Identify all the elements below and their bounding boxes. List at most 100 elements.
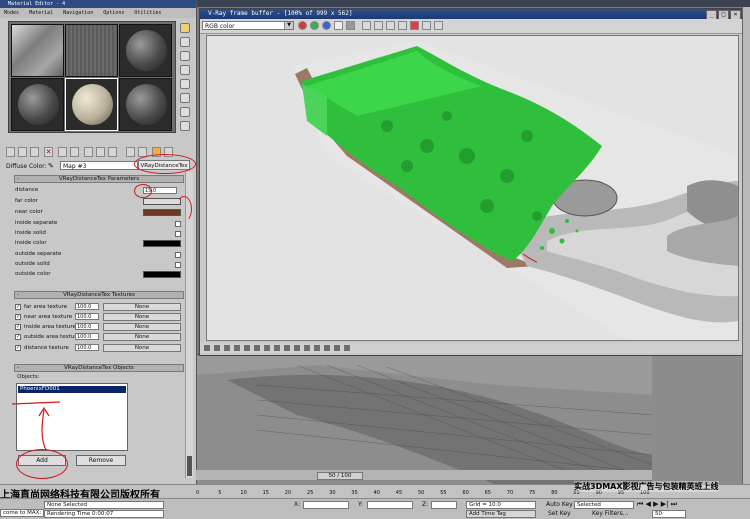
time-slider-thumb[interactable]: 50 / 100 bbox=[317, 472, 363, 480]
render-history-icon[interactable] bbox=[344, 345, 350, 351]
sample-slot-3[interactable] bbox=[119, 24, 172, 77]
key-filters-button[interactable]: Key Filters... bbox=[592, 510, 629, 517]
go-to-parent-icon[interactable] bbox=[126, 147, 135, 157]
srgb-icon[interactable] bbox=[244, 345, 250, 351]
options-icon[interactable] bbox=[180, 107, 190, 117]
near-area-texture-checkbox[interactable]: ✓ bbox=[15, 314, 21, 320]
levels-icon[interactable] bbox=[254, 345, 260, 351]
outside-area-texture-map-button[interactable]: None bbox=[103, 333, 181, 341]
info-icon[interactable] bbox=[224, 345, 230, 351]
x-coord-field[interactable] bbox=[303, 501, 349, 509]
exposure-icon[interactable] bbox=[274, 345, 280, 351]
put-to-scene-icon[interactable] bbox=[18, 147, 27, 157]
ocio-icon[interactable] bbox=[314, 345, 320, 351]
compare-icon[interactable] bbox=[334, 345, 340, 351]
backlight-icon[interactable] bbox=[180, 37, 190, 47]
show-shaded-icon[interactable] bbox=[96, 147, 105, 157]
inside-separate-checkbox[interactable] bbox=[175, 221, 181, 227]
video-color-check-icon[interactable] bbox=[180, 79, 190, 89]
channel-select[interactable]: RGB color ▼ bbox=[202, 21, 294, 30]
sample-slot-2[interactable] bbox=[65, 24, 118, 77]
curve-icon[interactable] bbox=[264, 345, 270, 351]
far-area-texture-checkbox[interactable]: ✓ bbox=[15, 304, 21, 310]
stereo-icon[interactable] bbox=[304, 345, 310, 351]
params-rollout-header[interactable]: - VRayDistanceTex Parameters bbox=[14, 175, 184, 183]
menu-navigation[interactable]: Navigation bbox=[63, 10, 93, 16]
remove-button[interactable]: Remove bbox=[76, 455, 126, 466]
duplicate-icon[interactable] bbox=[386, 21, 395, 30]
sample-slot-1[interactable] bbox=[11, 24, 64, 77]
inside-solid-checkbox[interactable] bbox=[175, 231, 181, 237]
lut-icon[interactable] bbox=[284, 345, 290, 351]
vray-frame-buffer-window[interactable]: V-Ray frame buffer - [100% of 999 x 562]… bbox=[199, 8, 744, 356]
eyedropper-icon[interactable]: ✎ bbox=[48, 162, 54, 170]
object-list-item[interactable]: PhoenixFD001 bbox=[18, 386, 126, 393]
inside-area-texture-map-button[interactable]: None bbox=[103, 323, 181, 331]
outside-solid-checkbox[interactable] bbox=[175, 262, 181, 268]
distance-texture-checkbox[interactable]: ✓ bbox=[15, 345, 21, 351]
scrollbar-thumb[interactable] bbox=[187, 456, 192, 476]
outside-color-swatch[interactable] bbox=[143, 271, 181, 278]
near-area-texture-amount[interactable]: 100.0 bbox=[75, 313, 99, 320]
sample-type-icon[interactable] bbox=[180, 23, 190, 33]
command-panel[interactable] bbox=[742, 7, 750, 495]
history-icon[interactable] bbox=[204, 345, 210, 351]
add-time-tag-button[interactable]: Add Time Tag bbox=[466, 510, 536, 518]
put-to-library-icon[interactable] bbox=[70, 147, 79, 157]
pixel-aspect-icon[interactable] bbox=[294, 345, 300, 351]
menu-utilities[interactable]: Utilities bbox=[134, 10, 161, 16]
show-end-result-icon[interactable] bbox=[108, 147, 117, 157]
near-area-texture-map-button[interactable]: None bbox=[103, 313, 181, 321]
track-mouse-icon[interactable] bbox=[398, 21, 407, 30]
save-image-icon[interactable] bbox=[362, 21, 371, 30]
mono-icon[interactable] bbox=[346, 21, 355, 30]
material-id-icon[interactable] bbox=[84, 147, 93, 157]
sample-slot-5[interactable] bbox=[65, 78, 118, 131]
alpha-channel-icon[interactable] bbox=[334, 21, 343, 30]
green-channel-icon[interactable] bbox=[310, 21, 319, 30]
inside-area-texture-amount[interactable]: 100.0 bbox=[75, 323, 99, 330]
outside-area-texture-amount[interactable]: 100.0 bbox=[75, 333, 99, 340]
far-area-texture-map-button[interactable]: None bbox=[103, 303, 181, 311]
menu-material[interactable]: Material bbox=[29, 10, 53, 16]
blue-channel-icon[interactable] bbox=[322, 21, 331, 30]
material-editor-window[interactable]: Material Editor - 4 Modes Material Navigat… bbox=[0, 0, 197, 484]
textures-rollout-header[interactable]: - VRayDistanceTex Textures bbox=[14, 291, 184, 299]
distance-texture-map-button[interactable]: None bbox=[103, 344, 181, 352]
playback-controls[interactable]: ⏮ ◀ ▶ ▶| ⏭ bbox=[637, 500, 677, 509]
distance-texture-amount[interactable]: 100.0 bbox=[75, 344, 99, 351]
reset-map-icon[interactable]: ✕ bbox=[44, 147, 53, 157]
y-coord-field[interactable] bbox=[367, 501, 413, 509]
vray-title-bar[interactable]: V-Ray frame buffer - [100% of 999 x 562]… bbox=[200, 9, 743, 20]
far-color-swatch[interactable] bbox=[143, 198, 181, 205]
far-area-texture-amount[interactable]: 100.0 bbox=[75, 303, 99, 310]
uv-tiling-icon[interactable] bbox=[180, 65, 190, 75]
auto-key-button[interactable]: Auto Key bbox=[546, 501, 573, 508]
material-editor-title[interactable]: Material Editor - 4 bbox=[0, 0, 196, 8]
menu-options[interactable]: Options bbox=[103, 10, 124, 16]
red-channel-icon[interactable] bbox=[298, 21, 307, 30]
select-by-material-icon[interactable] bbox=[180, 121, 190, 131]
inside-area-texture-checkbox[interactable]: ✓ bbox=[15, 324, 21, 330]
assign-material-icon[interactable] bbox=[30, 147, 39, 157]
background-icon[interactable] bbox=[180, 51, 190, 61]
selected-dropdown[interactable]: Selected bbox=[574, 501, 634, 509]
sample-slot-6[interactable] bbox=[119, 78, 172, 131]
outside-separate-checkbox[interactable] bbox=[175, 252, 181, 258]
make-unique-icon[interactable] bbox=[58, 147, 67, 157]
lens-icon[interactable] bbox=[214, 345, 220, 351]
outside-area-texture-checkbox[interactable]: ✓ bbox=[15, 334, 21, 340]
icc-icon[interactable] bbox=[324, 345, 330, 351]
maxscript-listener-label[interactable]: come to MAX: bbox=[0, 509, 45, 517]
objects-rollout-header[interactable]: - VRayDistanceTex Objects bbox=[14, 364, 184, 372]
region-render-icon[interactable] bbox=[422, 21, 431, 30]
time-slider-track[interactable] bbox=[196, 470, 652, 480]
stop-render-icon[interactable] bbox=[410, 21, 419, 30]
perspective-viewport[interactable] bbox=[196, 354, 654, 486]
correction-icon[interactable] bbox=[234, 345, 240, 351]
make-preview-icon[interactable] bbox=[180, 93, 190, 103]
inside-color-swatch[interactable] bbox=[143, 240, 181, 247]
sample-slot-4[interactable] bbox=[11, 78, 64, 131]
z-coord-field[interactable] bbox=[431, 501, 457, 509]
current-frame-field[interactable]: 50 bbox=[652, 510, 686, 518]
